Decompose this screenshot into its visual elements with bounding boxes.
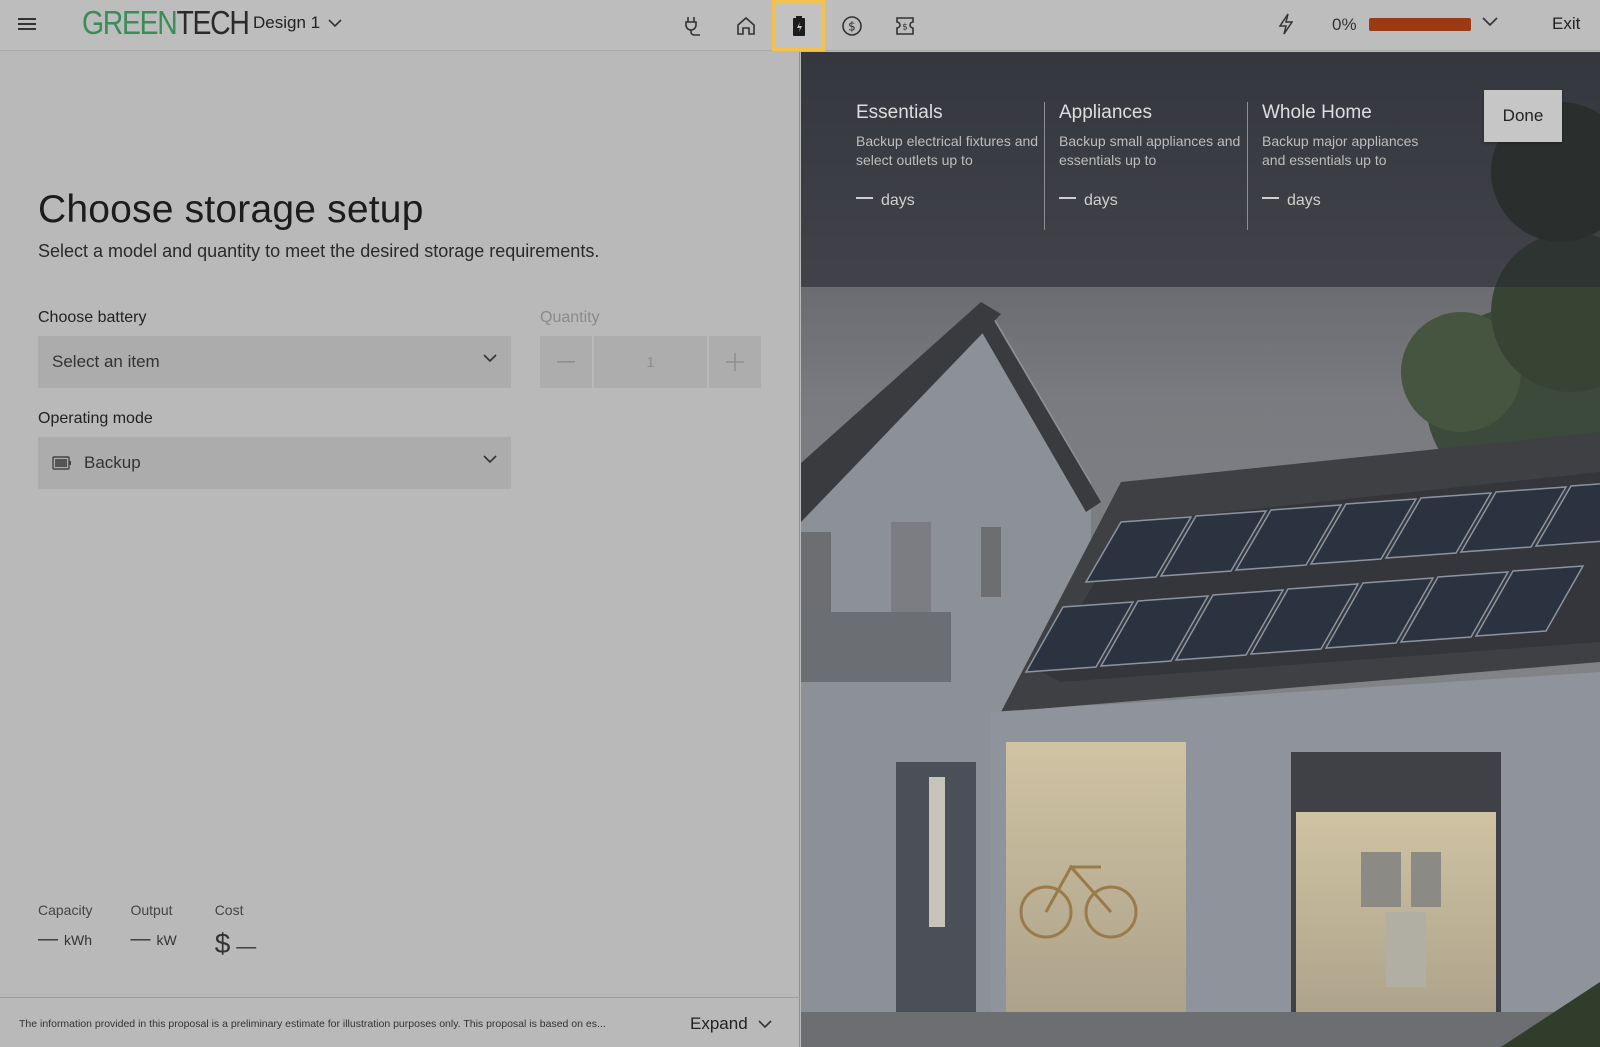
quantity-stepper: 1 (540, 336, 762, 388)
cost-currency: $ (214, 928, 231, 959)
svg-text:$: $ (902, 22, 908, 32)
house-visual-panel: Essentials Backup electrical fixtures an… (801, 52, 1600, 1047)
days-value-dash (1262, 197, 1279, 199)
page-title: Choose storage setup (38, 188, 424, 231)
battery-icon[interactable] (772, 0, 825, 51)
battery-select-value: Select an item (52, 352, 160, 371)
days-unit: days (1287, 192, 1321, 209)
page-subtitle: Select a model and quantity to meet the … (38, 241, 600, 261)
days-unit: days (881, 192, 915, 209)
logo-dark: TECH (176, 4, 249, 41)
hamburger-menu-icon[interactable] (16, 15, 38, 35)
card-description: Backup major appliances and essentials u… (1262, 133, 1419, 168)
capacity-value: — (38, 928, 58, 950)
chevron-down-icon (483, 354, 497, 363)
card-divider (1247, 102, 1248, 230)
card-title: Whole Home (1262, 102, 1372, 123)
card-description: Backup electrical fixtures and select ou… (856, 133, 1039, 168)
capacity-stat: Capacity — kWh (38, 902, 92, 960)
quantity-increase-button[interactable] (709, 336, 761, 388)
days-value-dash (1059, 197, 1076, 199)
backup-card-essentials: Essentials Backup electrical fixtures an… (856, 102, 1039, 210)
logo-green: GREEN (82, 4, 178, 41)
days-value-dash (856, 197, 873, 199)
design-label: Design 1 (253, 13, 321, 32)
quantity-label: Quantity (540, 309, 600, 326)
done-button[interactable]: Done (1484, 90, 1562, 142)
dollar-icon[interactable]: $ (825, 0, 878, 51)
card-title: Essentials (856, 102, 943, 123)
progress-bar (1369, 18, 1471, 31)
operating-mode-value: Backup (84, 453, 141, 472)
backup-card-whole-home: Whole Home Backup major appliances and e… (1262, 102, 1445, 210)
exit-button[interactable]: Exit (1552, 14, 1580, 34)
card-title: Appliances (1059, 102, 1152, 123)
operating-mode-select[interactable]: Backup (38, 437, 511, 489)
expand-label: Expand (690, 1014, 748, 1033)
cost-stat: Cost $ — (215, 902, 257, 960)
proposal-icon[interactable]: $ (878, 0, 931, 51)
capacity-unit: kWh (64, 932, 92, 948)
cost-value: — (236, 936, 257, 958)
progress-fill (1369, 18, 1471, 31)
chevron-down-icon (328, 18, 342, 27)
output-label: Output (130, 902, 173, 918)
backup-summary-overlay: Essentials Backup electrical fixtures an… (801, 52, 1600, 287)
progress-label: 0% (1332, 15, 1357, 34)
home-icon[interactable] (719, 0, 772, 51)
bolt-icon (1278, 13, 1294, 35)
operating-mode-label: Operating mode (38, 410, 153, 427)
battery-icon (52, 456, 71, 470)
summary-stats: Capacity — kWh Output — kW Cost $ — (38, 902, 294, 960)
step-nav: $ $ (666, 0, 931, 51)
expand-button[interactable]: Expand (690, 1014, 772, 1034)
plug-icon[interactable] (666, 0, 719, 51)
plus-icon (726, 353, 744, 371)
backup-card-appliances: Appliances Backup small appliances and e… (1059, 102, 1242, 210)
card-divider (1044, 102, 1045, 230)
output-stat: Output — kW (130, 902, 176, 960)
logo: GREENTECH (82, 4, 250, 42)
output-value: — (130, 928, 151, 950)
quantity-decrease-button[interactable] (540, 336, 592, 388)
design-dropdown[interactable]: Design 1 (253, 13, 342, 33)
capacity-label: Capacity (38, 902, 93, 918)
footer-bar: The information provided in this proposa… (0, 997, 800, 1047)
battery-select[interactable]: Select an item (38, 336, 511, 388)
days-unit: days (1084, 192, 1118, 209)
svg-text:$: $ (848, 19, 856, 33)
chevron-down-icon[interactable] (1482, 16, 1498, 28)
disclaimer-text: The information provided in this proposa… (19, 1018, 606, 1030)
battery-label: Choose battery (38, 309, 147, 326)
storage-setup-panel: Choose storage setup Select a model and … (0, 52, 800, 1047)
chevron-down-icon (758, 1019, 772, 1028)
top-bar: GREENTECH Design 1 $ $ 0% Exit (0, 0, 1600, 51)
quantity-value: 1 (594, 336, 707, 388)
minus-icon (557, 361, 575, 363)
cost-label: Cost (214, 902, 244, 918)
output-unit: kW (156, 932, 177, 948)
card-description: Backup small appliances and essentials u… (1059, 133, 1241, 168)
chevron-down-icon (483, 455, 497, 464)
